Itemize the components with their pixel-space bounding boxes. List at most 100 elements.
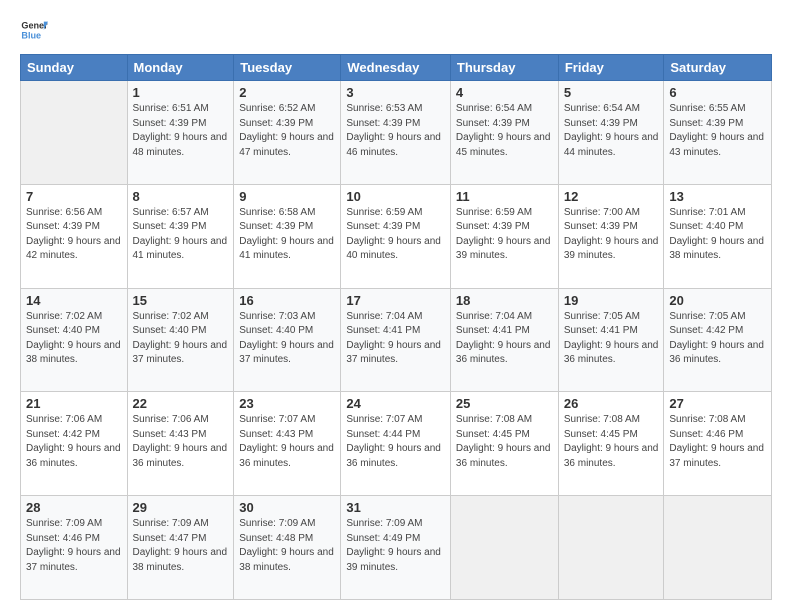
- logo: General Blue: [20, 16, 48, 44]
- day-cell: 19 Sunrise: 7:05 AMSunset: 4:41 PMDayligh…: [558, 288, 664, 392]
- day-header-sunday: Sunday: [21, 55, 128, 81]
- day-info: Sunrise: 6:54 AMSunset: 4:39 PMDaylight:…: [564, 102, 659, 160]
- day-cell: 22Sunrise: 7:06 AMSunset: 4:43 PMDayligh…: [127, 392, 234, 496]
- day-number: 6: [669, 85, 766, 100]
- week-row-4: 28 Sunrise: 7:09 AMSunset: 4:46 PMDayligh…: [21, 496, 772, 600]
- day-cell: 12 Sunrise: 7:00 AMSunset: 4:39 PMDayligh…: [558, 184, 664, 288]
- day-number: 29: [133, 500, 229, 515]
- day-number: 21: [26, 396, 122, 411]
- day-info: Sunrise: 6:54 AMSunset: 4:39 PMDaylight:…: [456, 102, 553, 160]
- day-number: 26: [564, 396, 659, 411]
- logo-icon: General Blue: [20, 16, 48, 44]
- day-cell: 23 Sunrise: 7:07 AMSunset: 4:43 PMDayligh…: [234, 392, 341, 496]
- day-cell: 16Sunrise: 7:03 AMSunset: 4:40 PMDayligh…: [234, 288, 341, 392]
- day-number: 27: [669, 396, 766, 411]
- day-number: 8: [133, 189, 229, 204]
- day-info: Sunrise: 7:08 AMSunset: 4:45 PMDaylight:…: [456, 413, 553, 471]
- header: General Blue: [20, 16, 772, 44]
- day-number: 11: [456, 189, 553, 204]
- day-header-monday: Monday: [127, 55, 234, 81]
- day-info: Sunrise: 7:02 AMSunset: 4:40 PMDaylight:…: [133, 310, 229, 368]
- day-number: 23: [239, 396, 335, 411]
- day-cell: 29Sunrise: 7:09 AMSunset: 4:47 PMDayligh…: [127, 496, 234, 600]
- day-info: Sunrise: 7:08 AMSunset: 4:46 PMDaylight:…: [669, 413, 766, 471]
- day-cell: 3 Sunrise: 6:53 AMSunset: 4:39 PMDaylight…: [341, 81, 451, 185]
- day-header-saturday: Saturday: [664, 55, 772, 81]
- day-number: 7: [26, 189, 122, 204]
- day-info: Sunrise: 7:05 AMSunset: 4:41 PMDaylight:…: [564, 310, 659, 368]
- day-number: 17: [346, 293, 445, 308]
- day-number: 4: [456, 85, 553, 100]
- day-cell: 5 Sunrise: 6:54 AMSunset: 4:39 PMDaylight…: [558, 81, 664, 185]
- day-info: Sunrise: 7:09 AMSunset: 4:49 PMDaylight:…: [346, 517, 445, 575]
- day-cell: 7 Sunrise: 6:56 AMSunset: 4:39 PMDaylight…: [21, 184, 128, 288]
- day-cell: 4 Sunrise: 6:54 AMSunset: 4:39 PMDaylight…: [450, 81, 558, 185]
- day-info: Sunrise: 6:56 AMSunset: 4:39 PMDaylight:…: [26, 206, 122, 264]
- day-info: Sunrise: 7:07 AMSunset: 4:44 PMDaylight:…: [346, 413, 445, 471]
- calendar-header-row: SundayMondayTuesdayWednesdayThursdayFrid…: [21, 55, 772, 81]
- day-cell: 26Sunrise: 7:08 AMSunset: 4:45 PMDayligh…: [558, 392, 664, 496]
- day-number: 24: [346, 396, 445, 411]
- day-cell: 31 Sunrise: 7:09 AMSunset: 4:49 PMDayligh…: [341, 496, 451, 600]
- day-number: 15: [133, 293, 229, 308]
- day-number: 30: [239, 500, 335, 515]
- day-info: Sunrise: 7:09 AMSunset: 4:48 PMDaylight:…: [239, 517, 335, 575]
- day-info: Sunrise: 6:53 AMSunset: 4:39 PMDaylight:…: [346, 102, 445, 160]
- day-number: 5: [564, 85, 659, 100]
- day-cell: 15 Sunrise: 7:02 AMSunset: 4:40 PMDayligh…: [127, 288, 234, 392]
- day-number: 31: [346, 500, 445, 515]
- day-info: Sunrise: 7:07 AMSunset: 4:43 PMDaylight:…: [239, 413, 335, 471]
- day-number: 12: [564, 189, 659, 204]
- day-number: 18: [456, 293, 553, 308]
- day-info: Sunrise: 6:57 AMSunset: 4:39 PMDaylight:…: [133, 206, 229, 264]
- page: General Blue SundayMondayTuesdayWednesda…: [0, 0, 792, 612]
- day-cell: 24 Sunrise: 7:07 AMSunset: 4:44 PMDayligh…: [341, 392, 451, 496]
- day-info: Sunrise: 7:00 AMSunset: 4:39 PMDaylight:…: [564, 206, 659, 264]
- day-info: Sunrise: 6:51 AMSunset: 4:39 PMDaylight:…: [133, 102, 229, 160]
- day-header-thursday: Thursday: [450, 55, 558, 81]
- day-cell: [558, 496, 664, 600]
- day-number: 16: [239, 293, 335, 308]
- day-number: 22: [133, 396, 229, 411]
- day-cell: 9 Sunrise: 6:58 AMSunset: 4:39 PMDaylight…: [234, 184, 341, 288]
- day-cell: 8 Sunrise: 6:57 AMSunset: 4:39 PMDaylight…: [127, 184, 234, 288]
- day-info: Sunrise: 6:52 AMSunset: 4:39 PMDaylight:…: [239, 102, 335, 160]
- day-info: Sunrise: 7:04 AMSunset: 4:41 PMDaylight:…: [456, 310, 553, 368]
- day-cell: [21, 81, 128, 185]
- day-info: Sunrise: 6:55 AMSunset: 4:39 PMDaylight:…: [669, 102, 766, 160]
- day-cell: [450, 496, 558, 600]
- day-cell: 11 Sunrise: 6:59 AMSunset: 4:39 PMDayligh…: [450, 184, 558, 288]
- day-cell: 13Sunrise: 7:01 AMSunset: 4:40 PMDayligh…: [664, 184, 772, 288]
- week-row-2: 14 Sunrise: 7:02 AMSunset: 4:40 PMDayligh…: [21, 288, 772, 392]
- day-number: 14: [26, 293, 122, 308]
- day-info: Sunrise: 7:05 AMSunset: 4:42 PMDaylight:…: [669, 310, 766, 368]
- day-info: Sunrise: 6:59 AMSunset: 4:39 PMDaylight:…: [456, 206, 553, 264]
- day-header-wednesday: Wednesday: [341, 55, 451, 81]
- day-cell: 2Sunrise: 6:52 AMSunset: 4:39 PMDaylight…: [234, 81, 341, 185]
- day-cell: 1Sunrise: 6:51 AMSunset: 4:39 PMDaylight…: [127, 81, 234, 185]
- day-number: 3: [346, 85, 445, 100]
- day-info: Sunrise: 7:06 AMSunset: 4:42 PMDaylight:…: [26, 413, 122, 471]
- day-cell: 18 Sunrise: 7:04 AMSunset: 4:41 PMDayligh…: [450, 288, 558, 392]
- day-cell: 17 Sunrise: 7:04 AMSunset: 4:41 PMDayligh…: [341, 288, 451, 392]
- day-header-friday: Friday: [558, 55, 664, 81]
- day-info: Sunrise: 7:01 AMSunset: 4:40 PMDaylight:…: [669, 206, 766, 264]
- day-cell: 25 Sunrise: 7:08 AMSunset: 4:45 PMDayligh…: [450, 392, 558, 496]
- day-info: Sunrise: 6:58 AMSunset: 4:39 PMDaylight:…: [239, 206, 335, 264]
- day-cell: 6 Sunrise: 6:55 AMSunset: 4:39 PMDaylight…: [664, 81, 772, 185]
- day-number: 20: [669, 293, 766, 308]
- week-row-1: 7 Sunrise: 6:56 AMSunset: 4:39 PMDaylight…: [21, 184, 772, 288]
- day-number: 19: [564, 293, 659, 308]
- day-info: Sunrise: 7:09 AMSunset: 4:46 PMDaylight:…: [26, 517, 122, 575]
- svg-text:Blue: Blue: [21, 30, 41, 40]
- day-info: Sunrise: 6:59 AMSunset: 4:39 PMDaylight:…: [346, 206, 445, 264]
- week-row-0: 1Sunrise: 6:51 AMSunset: 4:39 PMDaylight…: [21, 81, 772, 185]
- day-cell: 20 Sunrise: 7:05 AMSunset: 4:42 PMDayligh…: [664, 288, 772, 392]
- day-cell: 14Sunrise: 7:02 AMSunset: 4:40 PMDayligh…: [21, 288, 128, 392]
- day-info: Sunrise: 7:04 AMSunset: 4:41 PMDaylight:…: [346, 310, 445, 368]
- day-cell: 27 Sunrise: 7:08 AMSunset: 4:46 PMDayligh…: [664, 392, 772, 496]
- day-number: 25: [456, 396, 553, 411]
- day-number: 9: [239, 189, 335, 204]
- day-number: 28: [26, 500, 122, 515]
- week-row-3: 21 Sunrise: 7:06 AMSunset: 4:42 PMDayligh…: [21, 392, 772, 496]
